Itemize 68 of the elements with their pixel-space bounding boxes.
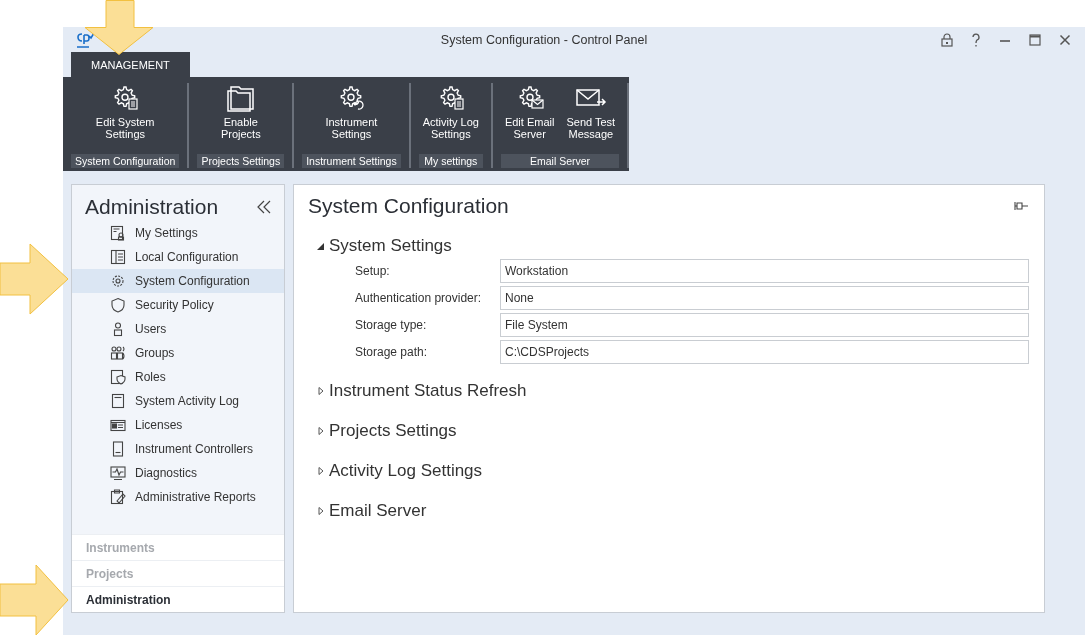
lock-icon[interactable] — [941, 32, 953, 47]
text-field[interactable]: File System — [500, 313, 1029, 337]
ribbon-button[interactable]: Edit System Settings — [91, 83, 159, 154]
collapse-icon[interactable] — [256, 200, 272, 214]
ribbon-group-label: Email Server — [500, 154, 620, 168]
collapsed-triangle-icon — [316, 426, 326, 436]
ribbon-group-label: Instrument Settings — [302, 154, 401, 168]
ribbon-group-label: System Configuration — [71, 154, 180, 168]
folder-icon — [224, 83, 257, 113]
sidebar-item[interactable]: System Configuration — [72, 269, 284, 293]
help-icon[interactable] — [971, 32, 981, 47]
users-icon — [110, 345, 126, 361]
card-icon — [110, 417, 126, 433]
callout-arrow — [0, 564, 70, 635]
navigation-item[interactable]: Administration — [72, 586, 284, 612]
section-header[interactable]: Activity Log Settings — [308, 458, 1029, 484]
close-icon[interactable] — [1059, 32, 1071, 47]
sidebar-item[interactable]: Roles — [72, 365, 284, 389]
document-icon — [110, 393, 126, 409]
pin-icon[interactable] — [1013, 200, 1029, 212]
sidebar-item[interactable]: Licenses — [72, 413, 284, 437]
section-header[interactable]: Email Server — [308, 498, 1029, 524]
section-header[interactable]: Projects Settings — [308, 418, 1029, 444]
app-logo-icon — [77, 32, 95, 49]
maximize-icon[interactable] — [1029, 32, 1041, 47]
sidebar-item[interactable]: Security Policy — [72, 293, 284, 317]
monitor-icon — [110, 465, 126, 481]
sidebar-item[interactable]: Groups — [72, 341, 284, 365]
ribbon-tab[interactable]: MANAGEMENT — [71, 52, 190, 77]
report-icon — [110, 489, 126, 505]
window-title: System Configuration - Control Panel — [440, 32, 648, 47]
ribbon-group-label: Projects Settings — [197, 154, 285, 168]
sidebar-item[interactable]: Administrative Reports — [72, 485, 284, 509]
sidebar-title: Administration — [85, 195, 219, 219]
sidebar-item[interactable]: Instrument Controllers — [72, 437, 284, 461]
sidebar-item[interactable]: Diagnostics — [72, 461, 284, 485]
device-icon — [110, 441, 126, 457]
layout-icon — [110, 249, 126, 265]
section-header[interactable]: Instrument Status Refresh — [308, 378, 1029, 404]
callout-arrow — [85, 0, 155, 56]
ribbon-button[interactable]: Activity Log Settings — [418, 83, 483, 154]
callout-arrow — [0, 243, 70, 315]
text-field[interactable]: Workstation — [500, 259, 1029, 283]
collapsed-triangle-icon — [316, 386, 326, 396]
field-label: Setup: — [355, 263, 391, 280]
field-label: Storage path: — [355, 344, 429, 361]
sidebar-item[interactable]: Local Configuration — [72, 245, 284, 269]
gear-icon — [110, 273, 126, 289]
sidebar-item[interactable]: My Settings — [72, 221, 284, 245]
settings-panel-icon — [110, 225, 126, 241]
collapsed-triangle-icon — [316, 466, 326, 476]
sidebar-item[interactable]: System Activity Log — [72, 389, 284, 413]
ribbon-group-label: My settings — [418, 154, 483, 168]
ribbon-button[interactable]: Edit Email Server — [500, 83, 559, 154]
page-title: System Configuration — [308, 194, 509, 218]
ribbon-button[interactable]: Send Test Message — [562, 83, 620, 154]
expanded-triangle-icon — [316, 241, 326, 251]
collapsed-triangle-icon — [316, 506, 326, 516]
text-field[interactable]: None — [500, 286, 1029, 310]
field-label: Authentication provider: — [355, 290, 483, 307]
section-header[interactable]: System Settings — [308, 233, 1029, 259]
ribbon-button[interactable]: Instrument Settings — [321, 83, 382, 154]
ribbon-button[interactable]: Enable Projects — [216, 83, 265, 154]
text-field[interactable]: C:\CDSProjects — [500, 340, 1029, 364]
shield-icon — [110, 297, 126, 313]
sidebar-item[interactable]: Users — [72, 317, 284, 341]
role-icon — [110, 369, 126, 385]
field-label: Storage type: — [355, 317, 428, 334]
